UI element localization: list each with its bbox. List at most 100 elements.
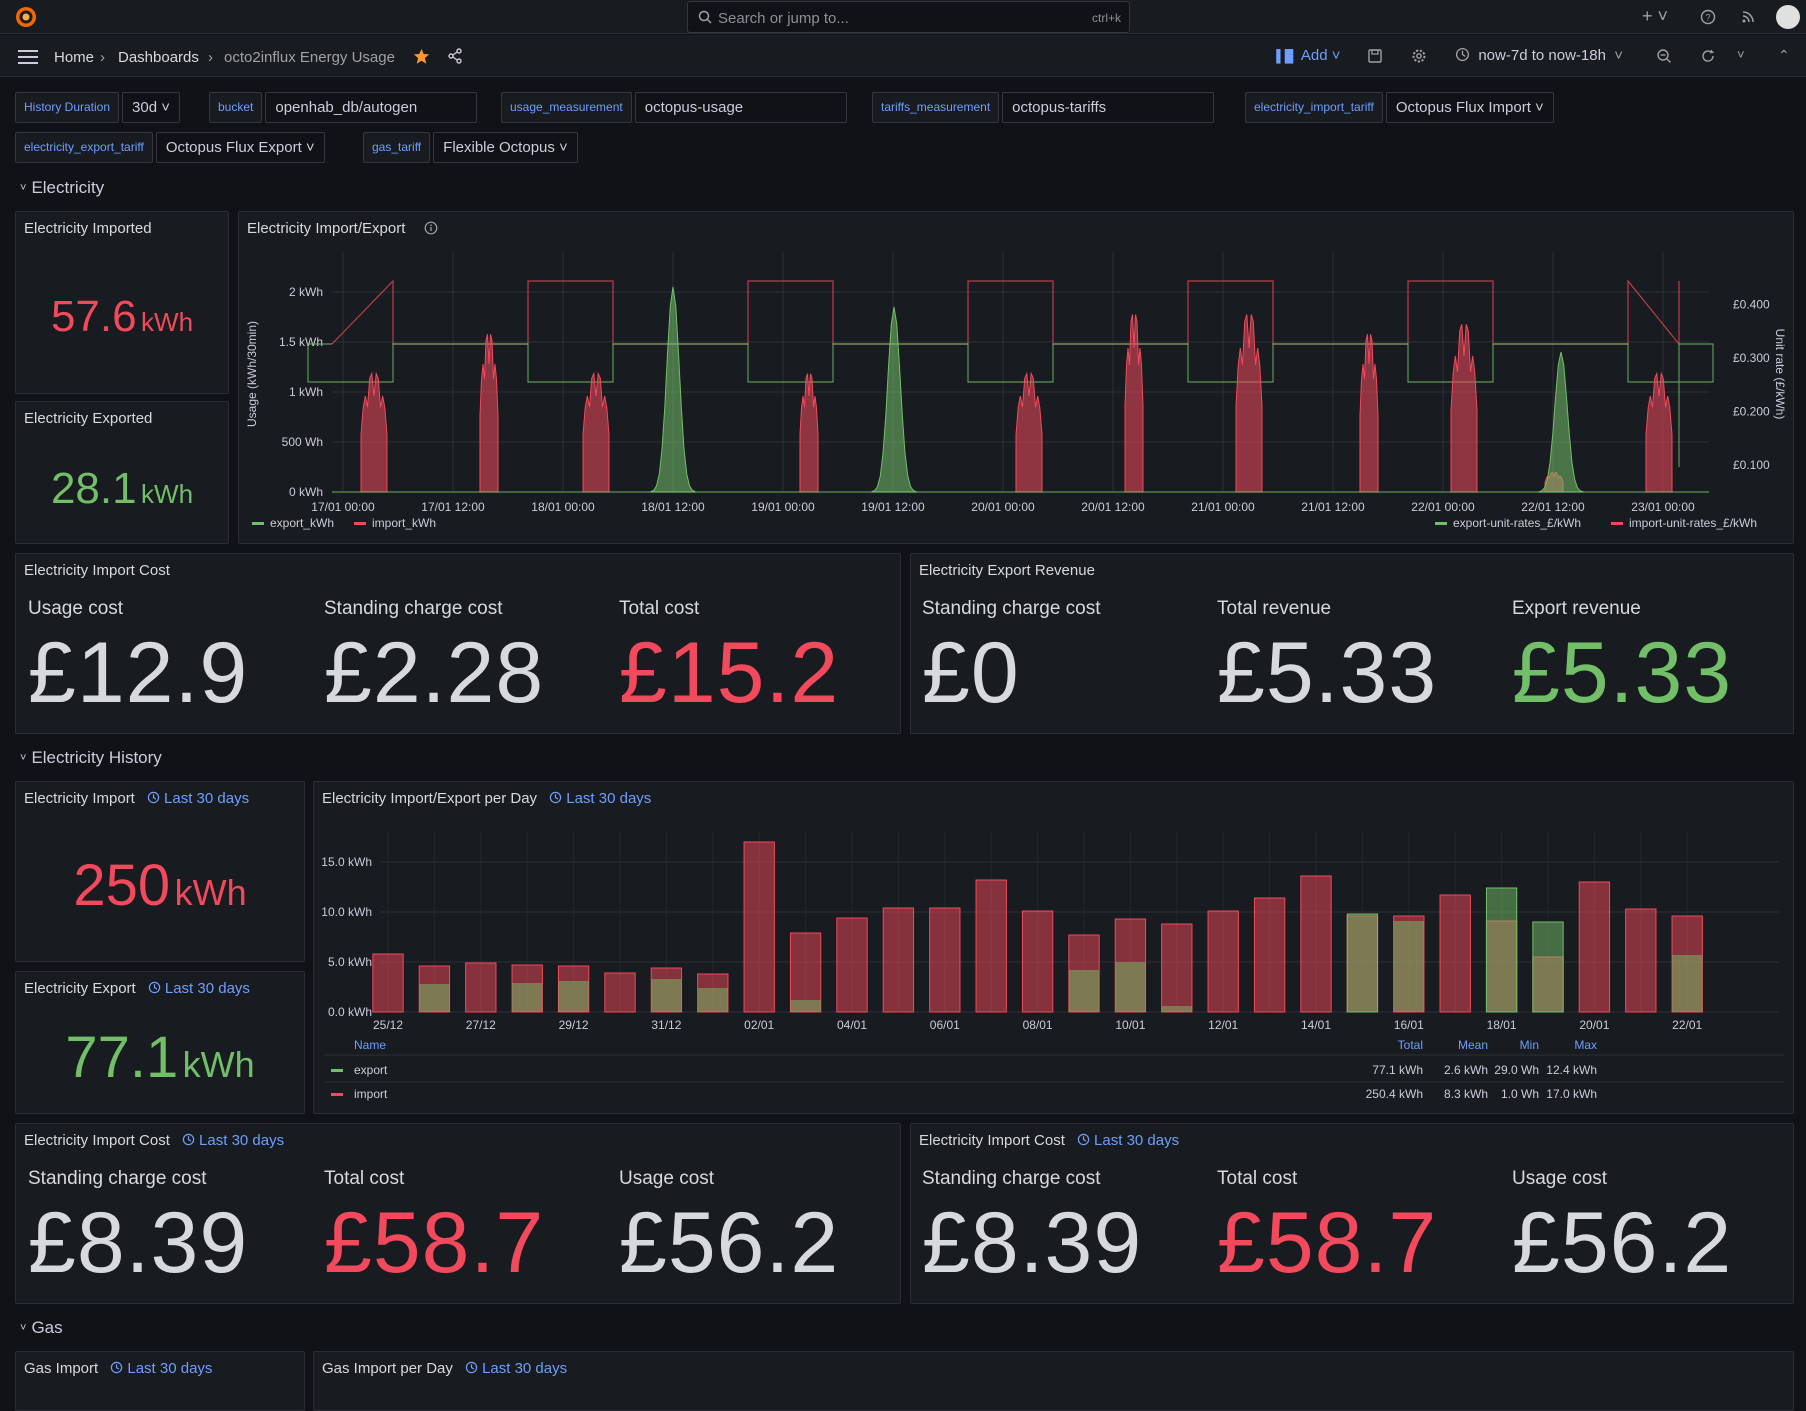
panel-title[interactable]: Electricity Import Cost Last 30 days bbox=[24, 1132, 284, 1149]
var-gas-tariff[interactable]: gas_tariff Flexible Octopus ˅ bbox=[363, 132, 578, 163]
var-tariffs-measurement[interactable]: tariffs_measurement octopus-tariffs bbox=[872, 92, 1215, 123]
var-select[interactable]: 30d ˅ bbox=[122, 92, 180, 123]
time-range-picker[interactable]: now-7d to now-18h ˅ bbox=[1455, 47, 1623, 64]
panel-title[interactable]: Electricity Import Last 30 days bbox=[24, 790, 249, 807]
series-import-kwh-burst bbox=[1235, 314, 1263, 493]
bar-import bbox=[743, 841, 775, 1013]
series-export-kwh-peak bbox=[871, 306, 917, 493]
bar-chart[interactable]: 0.0 kWh 5.0 kWh 10.0 kWh 15.0 kWh 25/12 27/12… bbox=[314, 782, 1794, 1114]
panel-import-export-chart: Electricity Import/Export 0 kWh 500 Wh 1 k… bbox=[238, 211, 1794, 544]
menu-icon[interactable] bbox=[18, 50, 38, 64]
refresh-interval-dropdown[interactable]: ˅ bbox=[1737, 47, 1745, 62]
series-export-kwh-peak bbox=[650, 286, 696, 493]
var-input[interactable]: octopus-tariffs bbox=[1002, 92, 1215, 123]
search-input[interactable]: Search or jump to... ctrl+k bbox=[687, 1, 1130, 33]
clock-icon bbox=[1455, 47, 1470, 62]
breadcrumb-current: octo2influx Energy Usage bbox=[224, 49, 395, 66]
panel-import-cost: Electricity Import Cost Usage cost £12.9 … bbox=[15, 553, 901, 734]
var-bucket[interactable]: bucket openhab_db/autogen bbox=[209, 92, 478, 123]
user-avatar[interactable] bbox=[1776, 5, 1800, 29]
share-icon[interactable] bbox=[447, 48, 463, 64]
svg-text:?: ? bbox=[1705, 13, 1710, 23]
var-usage-measurement[interactable]: usage_measurement octopus-usage bbox=[501, 92, 847, 123]
new-menu-button[interactable]: + ˅ bbox=[1642, 6, 1668, 27]
var-electricity-import-tariff[interactable]: electricity_import_tariff Octopus Flux I… bbox=[1245, 92, 1554, 123]
x-tick-label: 27/12 bbox=[466, 1018, 496, 1032]
y-right-tick-label: £0.300 bbox=[1733, 351, 1770, 365]
news-feed-icon[interactable] bbox=[1740, 9, 1756, 25]
grafana-logo-icon[interactable] bbox=[14, 5, 38, 29]
clock-icon bbox=[465, 1361, 478, 1374]
legend-mean: 8.3 kWh bbox=[1444, 1087, 1488, 1101]
var-select[interactable]: Flexible Octopus ˅ bbox=[433, 132, 578, 163]
panel-title[interactable]: Electricity Import Cost bbox=[24, 562, 170, 579]
bar-import bbox=[604, 972, 636, 1013]
row-electricity[interactable]: ˅ Electricity bbox=[20, 178, 104, 198]
stat-total-revenue: Total revenue £5.33 bbox=[1217, 598, 1438, 721]
legend-name: import bbox=[354, 1087, 388, 1101]
add-panel-button[interactable]: ▐▐▌ Add ˅ bbox=[1272, 47, 1341, 64]
save-icon[interactable] bbox=[1367, 48, 1383, 64]
breadcrumb-separator: › bbox=[100, 49, 105, 66]
timeseries-chart[interactable]: 0 kWh 500 Wh 1 kWh 1.5 kWh 2 kWh £0.100 £0.200… bbox=[239, 212, 1794, 544]
stat-usage-cost: Usage cost £56.2 bbox=[1512, 1168, 1733, 1291]
collapse-chevron-up-icon[interactable]: ⌃ bbox=[1778, 47, 1790, 64]
legend-label: import_kWh bbox=[372, 516, 436, 530]
bar-export bbox=[1393, 921, 1424, 1012]
x-tick-label: 23/01 00:00 bbox=[1631, 500, 1695, 514]
breadcrumb-separator: › bbox=[208, 49, 213, 66]
bar-import bbox=[882, 907, 915, 1013]
panel-title[interactable]: Electricity Export Last 30 days bbox=[24, 980, 250, 997]
bar-export bbox=[1532, 921, 1564, 1013]
relative-time-badge: Last 30 days bbox=[1077, 1132, 1179, 1149]
relative-time-badge: Last 30 days bbox=[465, 1360, 567, 1377]
panel-title[interactable]: Electricity Import Cost Last 30 days bbox=[919, 1132, 1179, 1149]
legend-table-header: Mean bbox=[1458, 1038, 1488, 1052]
var-history-duration[interactable]: History Duration 30d ˅ bbox=[15, 92, 180, 123]
panel-title[interactable]: Electricity Imported bbox=[24, 220, 152, 237]
stat-value: 250 kWh bbox=[73, 853, 247, 918]
panel-export-revenue: Electricity Export Revenue Standing char… bbox=[910, 553, 1794, 734]
var-label: electricity_export_tariff bbox=[15, 132, 153, 163]
row-electricity-history[interactable]: ˅ Electricity History bbox=[20, 748, 162, 768]
var-electricity-export-tariff[interactable]: electricity_export_tariff Octopus Flux E… bbox=[15, 132, 325, 163]
bar-import bbox=[1253, 897, 1286, 1013]
breadcrumb-home[interactable]: Home bbox=[54, 49, 94, 66]
bar-import bbox=[372, 953, 404, 1013]
legend-min: 29.0 Wh bbox=[1494, 1063, 1539, 1077]
bar-export bbox=[1346, 913, 1379, 1013]
stat-total-cost: Total cost £15.2 bbox=[619, 598, 840, 721]
series-export-kwh-peak bbox=[1538, 351, 1584, 493]
y-tick-label: 5.0 kWh bbox=[328, 955, 372, 969]
panel-title[interactable]: Electricity Export Revenue bbox=[919, 562, 1095, 579]
legend-name: export bbox=[354, 1063, 388, 1077]
x-tick-label: 18/01 bbox=[1487, 1018, 1517, 1032]
panel-history-import: Electricity Import Last 30 days 250 kWh bbox=[15, 781, 305, 962]
help-icon[interactable]: ? bbox=[1700, 9, 1716, 25]
x-tick-label: 02/01 bbox=[744, 1018, 774, 1032]
relative-time-badge: Last 30 days bbox=[110, 1360, 212, 1377]
row-gas[interactable]: ˅ Gas bbox=[20, 1318, 63, 1338]
panel-title[interactable]: Gas Import per Day Last 30 days bbox=[322, 1360, 567, 1377]
y-tick-label: 500 Wh bbox=[282, 435, 323, 449]
var-input[interactable]: openhab_db/autogen bbox=[265, 92, 478, 123]
var-select[interactable]: Octopus Flux Import ˅ bbox=[1385, 92, 1554, 123]
panel-title[interactable]: Gas Import Last 30 days bbox=[24, 1360, 212, 1377]
series-export-unit-rate bbox=[307, 343, 1714, 467]
bar-export bbox=[790, 1000, 821, 1012]
series-import-kwh-burst bbox=[1015, 371, 1043, 493]
settings-gear-icon[interactable] bbox=[1411, 48, 1427, 64]
breadcrumb-dashboards[interactable]: Dashboards bbox=[118, 49, 199, 66]
bar-export bbox=[558, 981, 589, 1012]
var-select[interactable]: Octopus Flux Export ˅ bbox=[155, 132, 325, 163]
var-input[interactable]: octopus-usage bbox=[634, 92, 847, 123]
series-import-kwh-burst bbox=[1645, 371, 1673, 493]
legend-max: 12.4 kWh bbox=[1546, 1063, 1597, 1077]
star-icon[interactable] bbox=[413, 48, 430, 65]
panel-title[interactable]: Electricity Exported bbox=[24, 410, 152, 427]
legend-total: 250.4 kWh bbox=[1366, 1087, 1423, 1101]
chevron-down-icon: ˅ bbox=[20, 752, 27, 764]
refresh-icon[interactable] bbox=[1700, 48, 1716, 64]
x-tick-label: 19/01 12:00 bbox=[861, 500, 925, 514]
zoom-out-icon[interactable] bbox=[1656, 48, 1672, 64]
